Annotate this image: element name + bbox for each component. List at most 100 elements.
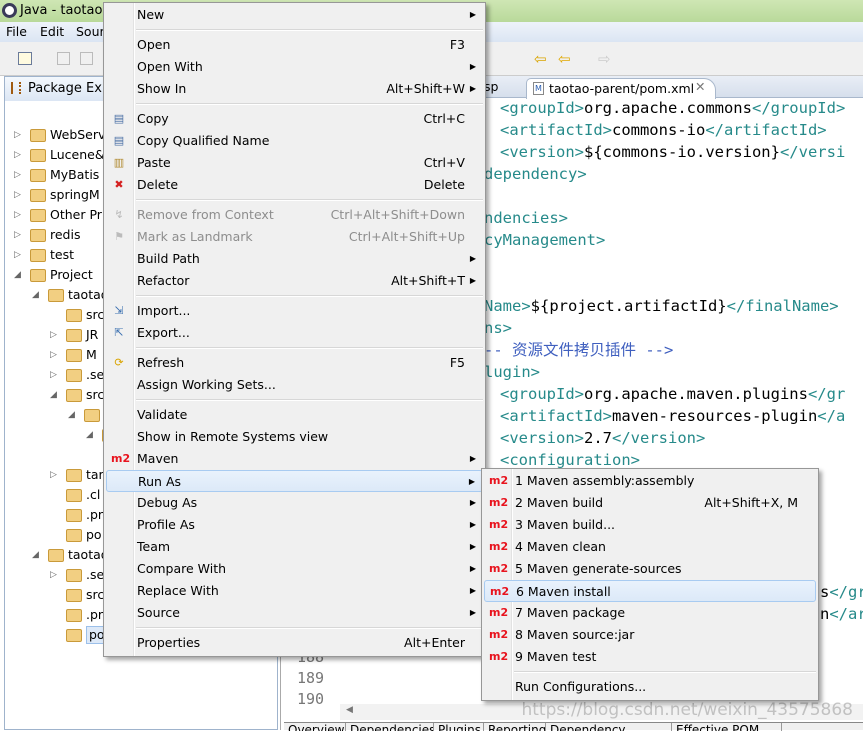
- menu-item-compare-with[interactable]: Compare With ▶: [106, 558, 483, 580]
- xml-value: 2.7: [584, 429, 612, 447]
- menu-item-team[interactable]: Team ▶: [106, 536, 483, 558]
- m2-icon: m2: [489, 562, 509, 575]
- menu-item-export[interactable]: ⇱ Export...: [106, 322, 483, 344]
- submenu-arrow-icon: ▶: [469, 10, 476, 19]
- collapse-icon[interactable]: ◢: [32, 285, 42, 305]
- menu-edit[interactable]: Edit: [40, 24, 64, 39]
- menu-item-copy[interactable]: ▤ Copy Ctrl+C: [106, 108, 483, 130]
- xml-tag: <groupId>: [500, 385, 584, 403]
- code-line: lugin>: [484, 361, 540, 383]
- expand-icon[interactable]: ▷: [50, 465, 60, 485]
- menu-item-properties[interactable]: Properties Alt+Enter: [106, 632, 483, 654]
- back-icon[interactable]: ⇦: [558, 50, 571, 68]
- scroll-left-icon[interactable]: ◀: [346, 705, 353, 715]
- menu-item-1-maven-assembly-assembly[interactable]: m2 1 Maven assembly:assembly: [484, 470, 816, 492]
- project-folder-icon: [30, 149, 46, 162]
- menu-item-label: Paste: [137, 155, 171, 170]
- menu-item-2-maven-build[interactable]: m2 2 Maven build Alt+Shift+X, M: [484, 492, 816, 514]
- expand-icon[interactable]: ▷: [14, 185, 24, 205]
- forward-icon[interactable]: ⇨: [598, 50, 611, 68]
- close-icon[interactable]: ✕: [695, 79, 705, 94]
- menu-item-assign-working-sets[interactable]: Assign Working Sets...: [106, 374, 483, 396]
- save-icon[interactable]: [57, 52, 70, 65]
- menu-item-4-maven-clean[interactable]: m2 4 Maven clean: [484, 536, 816, 558]
- expand-icon[interactable]: ▷: [50, 325, 60, 345]
- menu-separator: [136, 103, 483, 105]
- save-all-icon[interactable]: [80, 52, 93, 65]
- menu-item-7-maven-package[interactable]: m2 7 Maven package: [484, 602, 816, 624]
- menu-item-label: Compare With: [137, 561, 227, 576]
- expand-icon[interactable]: ▷: [14, 245, 24, 265]
- collapse-icon[interactable]: ◢: [86, 425, 96, 445]
- project-folder-icon: [66, 509, 82, 522]
- tab-label: taotao-parent/pom.xml: [549, 81, 695, 96]
- menu-item-validate[interactable]: Validate: [106, 404, 483, 426]
- menu-item-label: Copy: [137, 111, 169, 126]
- xml-tag: <version>: [500, 143, 584, 161]
- expand-icon[interactable]: ▷: [50, 365, 60, 385]
- menu-item-profile-as[interactable]: Profile As ▶: [106, 514, 483, 536]
- xml-value: commons-io: [611, 121, 706, 139]
- xml-tag: </gr: [829, 583, 863, 601]
- expand-icon[interactable]: ▷: [50, 565, 60, 585]
- menu-item-refresh[interactable]: ⟳ Refresh F5: [106, 352, 483, 374]
- menu-item-label: Assign Working Sets...: [137, 377, 276, 392]
- collapse-icon[interactable]: ◢: [50, 385, 60, 405]
- tree-item-label: .pr: [86, 607, 104, 622]
- collapse-icon[interactable]: ◢: [14, 265, 24, 285]
- menu-item-copy-qualified-name[interactable]: ▤ Copy Qualified Name: [106, 130, 483, 152]
- menu-item-replace-with[interactable]: Replace With ▶: [106, 580, 483, 602]
- landmark-icon: ⚑: [114, 230, 124, 243]
- menu-item-new[interactable]: New ▶: [106, 4, 483, 26]
- menu-item-maven[interactable]: m2 Maven ▶: [106, 448, 483, 470]
- tree-item-label: M: [86, 347, 97, 362]
- menu-item-label: 5 Maven generate-sources: [515, 561, 682, 576]
- collapse-icon[interactable]: ◢: [68, 405, 78, 425]
- code-line: <groupId>org.apache.commons</groupId>: [500, 97, 845, 119]
- menu-item-5-maven-generate-sources[interactable]: m2 5 Maven generate-sources: [484, 558, 816, 580]
- menu-item-import[interactable]: ⇲ Import...: [106, 300, 483, 322]
- menu-item-build-path[interactable]: Build Path ▶: [106, 248, 483, 270]
- menu-item-6-maven-install[interactable]: m2 6 Maven install: [484, 580, 816, 602]
- menu-separator: [136, 347, 483, 349]
- menu-item-8-maven-source-jar[interactable]: m2 8 Maven source:jar: [484, 624, 816, 646]
- menu-item-label: Mark as Landmark: [137, 229, 253, 244]
- menu-item-show-in-remote-systems-view[interactable]: Show in Remote Systems view: [106, 426, 483, 448]
- menu-item-3-maven-build[interactable]: m2 3 Maven build...: [484, 514, 816, 536]
- expand-icon[interactable]: ▷: [14, 225, 24, 245]
- menu-item-open[interactable]: Open F3: [106, 34, 483, 56]
- m2-icon: m2: [489, 540, 509, 553]
- menu-item-source[interactable]: Source ▶: [106, 602, 483, 624]
- last-edit-icon[interactable]: ⇦: [534, 50, 547, 68]
- expand-icon[interactable]: ▷: [14, 145, 24, 165]
- menu-separator: [514, 671, 816, 673]
- expand-icon[interactable]: ▷: [14, 205, 24, 225]
- new-icon[interactable]: [18, 52, 32, 65]
- tree-item-label: Lucene&: [50, 147, 105, 162]
- collapse-icon[interactable]: ◢: [32, 545, 42, 565]
- line-number: 190: [297, 690, 325, 708]
- editor-tab-jsp[interactable]: sp: [484, 79, 498, 94]
- menu-item-refactor[interactable]: Refactor Alt+Shift+T ▶: [106, 270, 483, 292]
- xml-tag: <artifactId>: [500, 121, 612, 139]
- project-folder-icon: [66, 369, 82, 382]
- menu-item-open-with[interactable]: Open With ▶: [106, 56, 483, 78]
- menu-item-run-configurations[interactable]: Run Configurations...: [484, 676, 816, 698]
- menu-item-shortcut: Alt+Shift+W: [386, 81, 465, 96]
- menu-item-label: Open: [137, 37, 171, 52]
- menu-item-9-maven-test[interactable]: m2 9 Maven test: [484, 646, 816, 668]
- menu-file[interactable]: File: [6, 24, 27, 39]
- expand-icon[interactable]: ▷: [14, 125, 24, 145]
- xml-tag: </versi: [779, 143, 846, 161]
- menu-item-debug-as[interactable]: Debug As ▶: [106, 492, 483, 514]
- menu-item-paste[interactable]: ▥ Paste Ctrl+V: [106, 152, 483, 174]
- menu-item-run-as[interactable]: Run As ▶: [106, 470, 483, 492]
- menu-item-show-in[interactable]: Show In Alt+Shift+W ▶: [106, 78, 483, 100]
- maven-file-icon: M: [533, 82, 544, 95]
- menu-item-delete[interactable]: ✖ Delete Delete: [106, 174, 483, 196]
- menu-source[interactable]: Sour: [76, 24, 105, 39]
- package-explorer-title: Package Exp: [28, 81, 111, 96]
- expand-icon[interactable]: ▷: [50, 345, 60, 365]
- expand-icon[interactable]: ▷: [14, 165, 24, 185]
- editor-tab-pom[interactable]: M taotao-parent/pom.xml ✕: [526, 78, 716, 99]
